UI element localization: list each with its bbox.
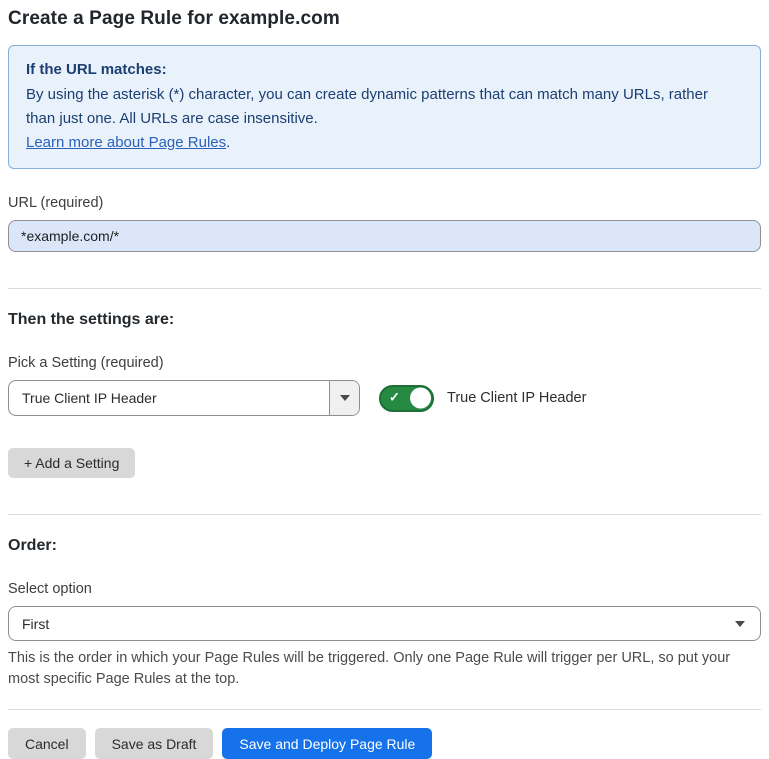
- cancel-button[interactable]: Cancel: [8, 728, 86, 759]
- order-select-value: First: [9, 607, 735, 640]
- setting-toggle-group: ✓ True Client IP Header: [379, 385, 586, 412]
- true-client-ip-toggle[interactable]: ✓: [379, 385, 434, 412]
- toggle-knob: [410, 388, 431, 409]
- page-title: Create a Page Rule for example.com: [8, 8, 761, 30]
- order-select[interactable]: First: [8, 606, 761, 641]
- footer-divider: [8, 709, 761, 710]
- info-box-body: By using the asterisk (*) character, you…: [26, 83, 726, 131]
- info-box-link-line: Learn more about Page Rules.: [26, 131, 743, 155]
- order-section-heading: Order:: [8, 537, 761, 555]
- chevron-down-icon: [735, 621, 745, 627]
- save-as-draft-button[interactable]: Save as Draft: [95, 728, 214, 759]
- url-match-info-box: If the URL matches: By using the asteris…: [8, 45, 761, 169]
- learn-more-link[interactable]: Learn more about Page Rules: [26, 134, 226, 151]
- order-help-text: This is the order in which your Page Rul…: [8, 648, 748, 690]
- check-icon: ✓: [389, 389, 400, 405]
- add-setting-button[interactable]: + Add a Setting: [8, 448, 135, 478]
- section-divider: [8, 288, 761, 289]
- info-box-heading: If the URL matches:: [26, 58, 743, 82]
- section-divider: [8, 514, 761, 515]
- order-select-label: Select option: [8, 581, 761, 597]
- setting-select-value: True Client IP Header: [9, 381, 329, 415]
- settings-section-heading: Then the settings are:: [8, 311, 761, 329]
- setting-row: True Client IP Header ✓ True Client IP H…: [8, 380, 761, 416]
- pick-setting-label: Pick a Setting (required): [8, 355, 761, 371]
- link-suffix-text: .: [226, 134, 230, 151]
- url-input[interactable]: [8, 220, 761, 252]
- save-and-deploy-button[interactable]: Save and Deploy Page Rule: [222, 728, 432, 759]
- url-field-label: URL (required): [8, 195, 761, 211]
- order-select-arrow: [735, 607, 760, 640]
- setting-select-arrow-button[interactable]: [329, 381, 359, 415]
- footer-actions: Cancel Save as Draft Save and Deploy Pag…: [8, 728, 761, 759]
- toggle-label: True Client IP Header: [447, 390, 586, 406]
- setting-select[interactable]: True Client IP Header: [8, 380, 360, 416]
- chevron-down-icon: [340, 395, 350, 401]
